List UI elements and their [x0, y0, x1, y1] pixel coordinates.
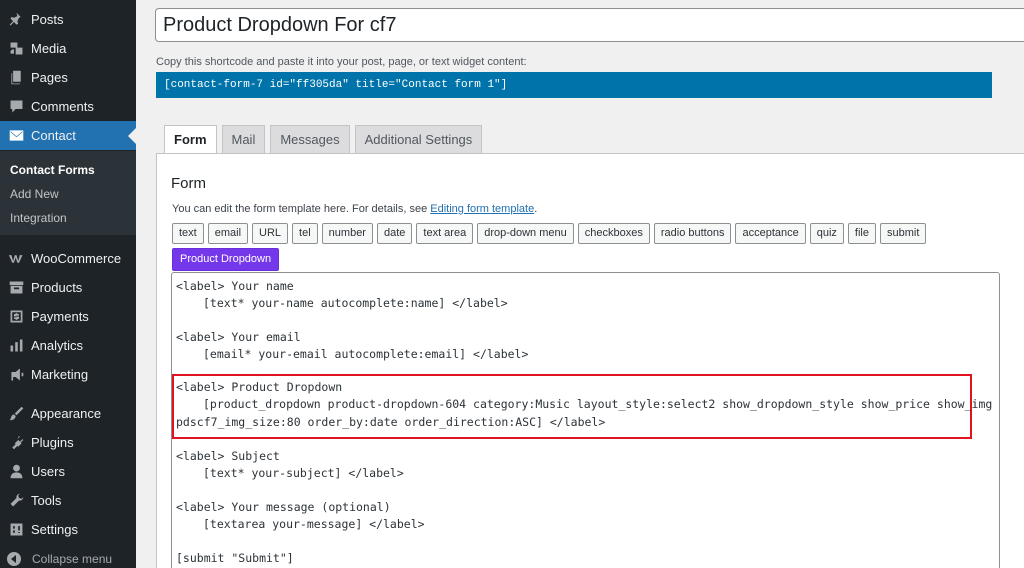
menu-label: Plugins — [31, 435, 74, 450]
admin-sidebar: Posts Media Pages Comments Contact Conta… — [0, 0, 136, 568]
menu-label: Marketing — [31, 367, 89, 382]
editing-form-template-link[interactable]: Editing form template — [430, 203, 534, 215]
tag-button-radio-buttons[interactable]: radio buttons — [653, 223, 732, 244]
tag-button-url[interactable]: URL — [252, 223, 289, 244]
template-line: <label> Product Dropdown — [176, 380, 343, 394]
menu-item-settings[interactable]: Settings — [0, 515, 136, 544]
tag-button-text[interactable]: text — [172, 223, 204, 244]
tag-button-submit[interactable]: submit — [879, 223, 927, 244]
template-line: [text* your-name autocomplete:name] </la… — [203, 296, 508, 310]
template-line: [submit "Submit"] — [176, 551, 294, 565]
submenu-contact-forms[interactable]: Contact Forms — [10, 163, 95, 177]
tag-generator-buttons: text email URL tel number date text area… — [172, 223, 952, 271]
tab-mail[interactable]: Mail — [221, 125, 266, 154]
menu-item-appearance[interactable]: Appearance — [0, 399, 136, 428]
submenu-add-new[interactable]: Add New — [10, 187, 59, 201]
menu-label: Appearance — [31, 406, 102, 421]
tab-messages[interactable]: Messages — [270, 125, 350, 154]
menu-item-marketing[interactable]: Marketing — [0, 360, 136, 389]
menu-item-comments[interactable]: Comments — [0, 92, 136, 121]
menu-label: Tools — [31, 493, 62, 508]
collapse-label: Collapse menu — [32, 552, 113, 566]
description-text: You can edit the form template here. For… — [172, 203, 431, 215]
menu-label: Users — [31, 464, 65, 479]
menu-item-products[interactable]: Products — [0, 273, 136, 302]
editor-tabs: Form Mail Messages Additional Settings — [164, 125, 487, 155]
menu-label: Posts — [31, 12, 64, 27]
menu-label: Contact — [31, 128, 76, 143]
analytics-icon — [1, 337, 31, 354]
menu-item-payments[interactable]: Payments — [0, 302, 136, 331]
menu-item-tools[interactable]: Tools — [0, 486, 136, 515]
tag-button-number[interactable]: number — [321, 223, 373, 244]
tag-button-file[interactable]: file — [847, 223, 876, 244]
template-line: <label> Your name — [176, 279, 294, 293]
menu-item-users[interactable]: Users — [0, 457, 136, 486]
menu-item-pages[interactable]: Pages — [0, 63, 136, 92]
tab-additional-settings[interactable]: Additional Settings — [354, 125, 483, 154]
menu-label: WooCommerce — [31, 251, 122, 266]
contact-submenu: Contact Forms Add New Integration — [0, 151, 136, 235]
menu-label: Payments — [31, 309, 89, 324]
menu-label: Analytics — [31, 338, 84, 353]
tag-button-date[interactable]: date — [376, 223, 413, 244]
description-period: . — [534, 203, 538, 215]
archive-icon — [1, 279, 31, 296]
menu-label: Comments — [31, 99, 94, 114]
woocommerce-icon — [1, 250, 31, 267]
template-line: [email* your-email autocomplete:email] <… — [203, 347, 529, 361]
menu-label: Pages — [31, 70, 68, 85]
submenu-integration[interactable]: Integration — [10, 211, 67, 225]
menu-label: Products — [31, 280, 83, 295]
menu-item-analytics[interactable]: Analytics — [0, 331, 136, 360]
template-line: <label> Your message (optional) — [176, 500, 391, 514]
payments-icon — [1, 308, 31, 325]
product-dropdown-button[interactable]: Product Dropdown — [172, 248, 280, 271]
menu-label: Settings — [31, 522, 78, 537]
template-line: <label> Your email — [176, 330, 301, 344]
menu-item-posts[interactable]: Posts — [0, 5, 136, 34]
pages-icon — [1, 69, 31, 86]
pin-icon — [1, 11, 31, 28]
menu-item-plugins[interactable]: Plugins — [0, 428, 136, 457]
users-icon — [1, 463, 31, 480]
template-line: [text* your-subject] </label> — [203, 466, 404, 480]
brush-icon — [1, 405, 31, 422]
form-title-input[interactable]: Product Dropdown For cf7 — [155, 8, 1024, 42]
tag-button-acceptance[interactable]: acceptance — [735, 223, 806, 244]
tag-button-text-area[interactable]: text area — [416, 223, 474, 244]
template-line: <label> Subject — [176, 449, 280, 463]
template-line: pdscf7_img_size:80 order_by:date order_d… — [176, 415, 606, 429]
plugin-icon — [1, 434, 31, 451]
wrench-icon — [1, 492, 31, 509]
template-line: [textarea your-message] </label> — [203, 517, 425, 531]
megaphone-icon — [1, 366, 31, 383]
shortcode-label: Copy this shortcode and paste it into yo… — [156, 56, 527, 68]
tag-button-quiz[interactable]: quiz — [809, 223, 844, 244]
panel-description: You can edit the form template here. For… — [172, 203, 537, 215]
tag-button-tel[interactable]: tel — [292, 223, 318, 244]
form-panel: Form You can edit the form template here… — [156, 153, 1024, 568]
menu-label: Media — [31, 41, 67, 56]
template-line: [product_dropdown product-dropdown-604 c… — [203, 397, 993, 411]
media-icon — [1, 40, 31, 57]
menu-item-woocommerce[interactable]: WooCommerce — [0, 244, 136, 273]
menu-item-media[interactable]: Media — [0, 34, 136, 63]
tag-button-checkboxes[interactable]: checkboxes — [577, 223, 650, 244]
collapse-arrow-icon — [7, 552, 21, 566]
collapse-menu-button[interactable]: Collapse menu — [7, 552, 112, 566]
shortcode-field[interactable]: [contact-form-7 id="ff305da" title="Cont… — [156, 72, 992, 98]
tab-form[interactable]: Form — [164, 125, 217, 155]
mail-icon — [1, 127, 31, 144]
tag-button-drop-down-menu[interactable]: drop-down menu — [477, 223, 574, 244]
settings-icon — [1, 521, 31, 538]
menu-item-contact[interactable]: Contact — [0, 121, 136, 150]
tag-button-email[interactable]: email — [207, 223, 249, 244]
form-template-editor[interactable]: <label> Your name [text* your-name autoc… — [171, 272, 1000, 568]
panel-heading: Form — [171, 175, 206, 192]
comments-icon — [1, 98, 31, 115]
